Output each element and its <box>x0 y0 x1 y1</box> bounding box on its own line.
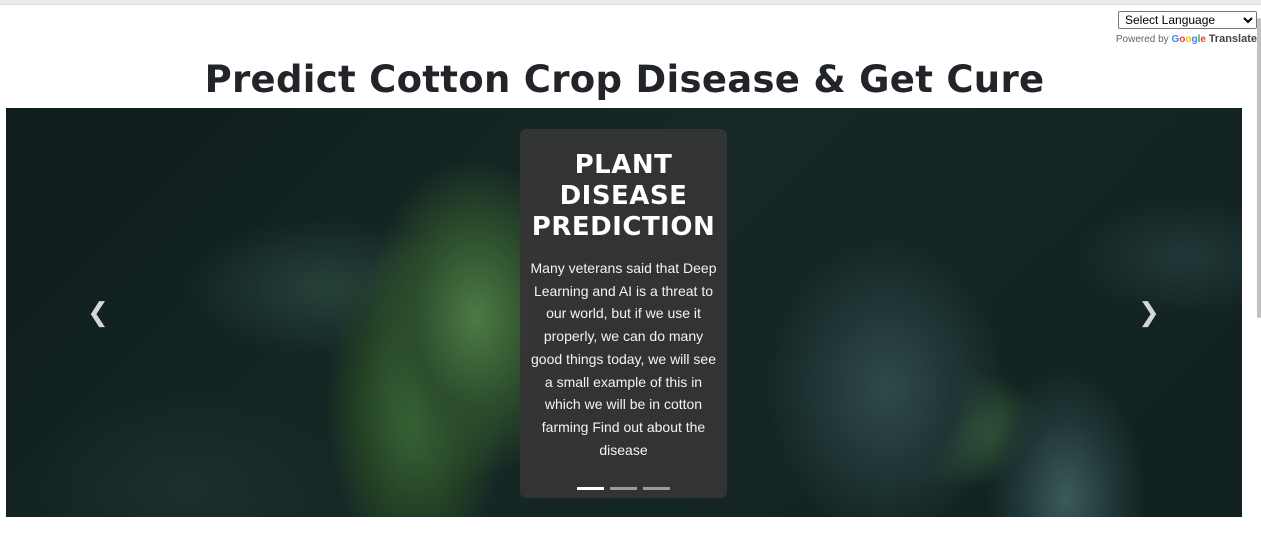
powered-by-label: Powered by <box>1115 34 1169 45</box>
slide-text: Many veterans said that Deep Learning an… <box>530 260 717 458</box>
translate-link[interactable]: Translate <box>1209 33 1257 45</box>
carousel-indicator[interactable] <box>643 487 670 490</box>
chevron-right-icon: ❯ <box>1138 298 1160 328</box>
carousel-indicator[interactable] <box>577 487 604 490</box>
powered-by-google-translate: Powered by Google Translate <box>1116 33 1257 45</box>
google-logo: Google <box>1171 34 1206 45</box>
carousel-indicator[interactable] <box>610 487 637 490</box>
carousel-indicators <box>577 487 670 490</box>
google-translate-widget: Select Language Powered by Google Transl… <box>1116 9 1257 45</box>
page-scrollbar[interactable] <box>1257 18 1261 318</box>
carousel-next-button[interactable]: ❯ <box>1134 298 1164 328</box>
hero-carousel: ❮ ❯ PLANT DISEASE PREDICTION Many vetera… <box>6 108 1242 517</box>
top-border <box>0 0 1261 5</box>
carousel-prev-button[interactable]: ❮ <box>83 298 113 328</box>
chevron-left-icon: ❮ <box>87 298 109 328</box>
language-select[interactable]: Select Language <box>1118 11 1257 29</box>
carousel-caption: PLANT DISEASE PREDICTION Many veterans s… <box>520 129 727 498</box>
page-title: Predict Cotton Crop Disease & Get Cure <box>204 58 1045 101</box>
slide-title: PLANT DISEASE PREDICTION <box>531 150 716 242</box>
